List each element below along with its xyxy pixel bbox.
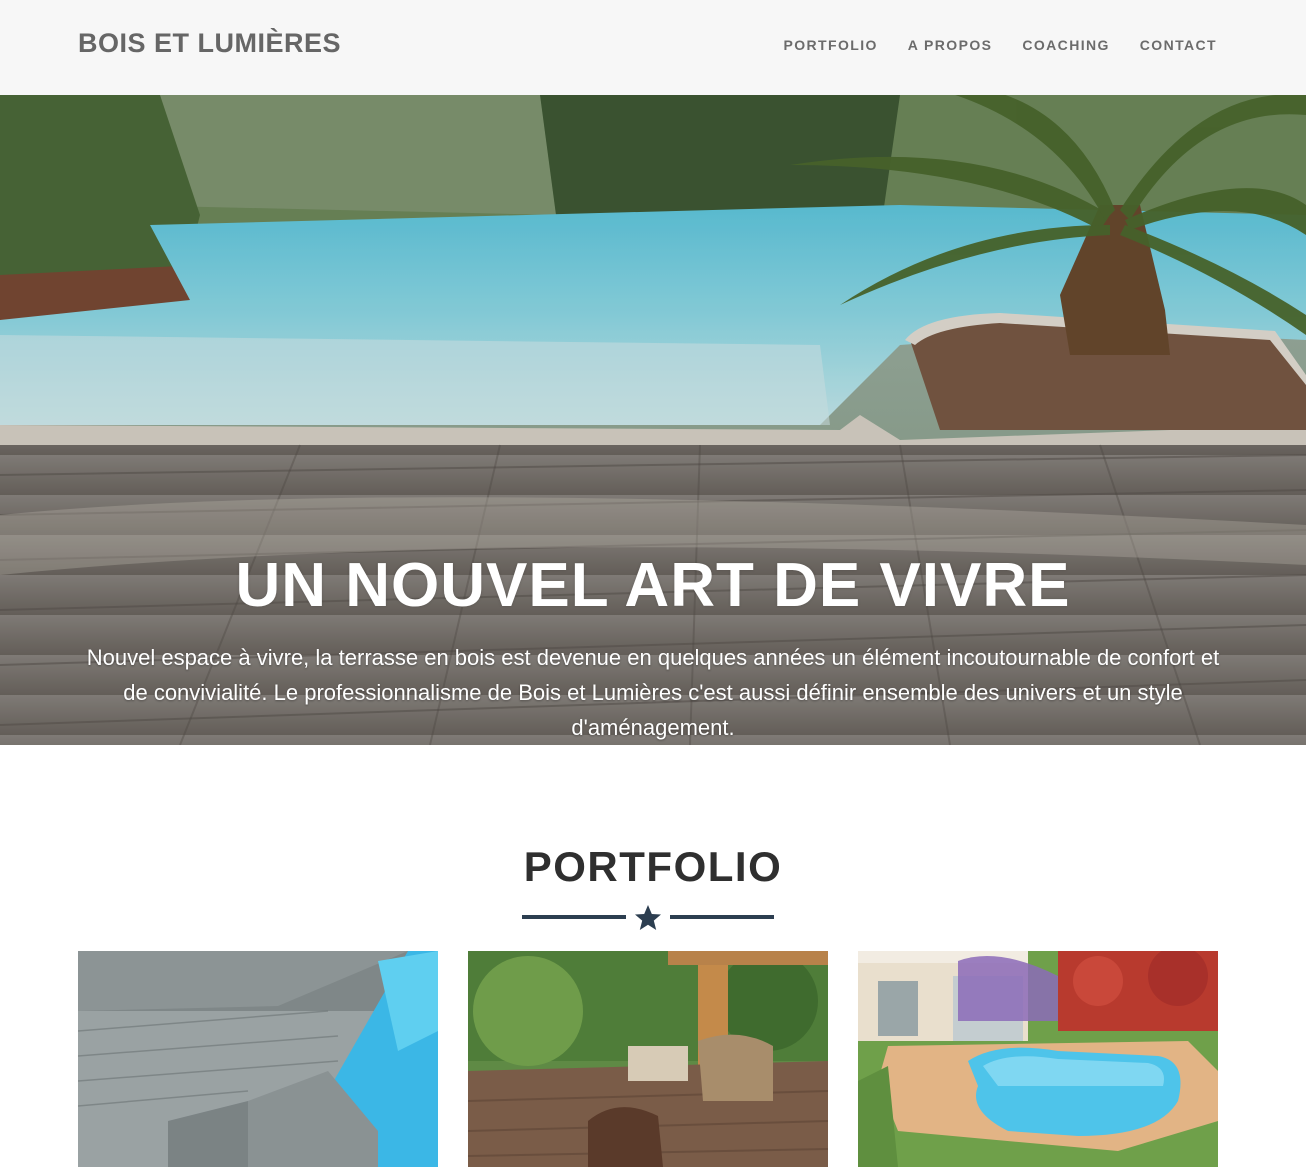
star-icon xyxy=(635,905,661,930)
portfolio-image-garden-patio xyxy=(468,951,828,1167)
portfolio-heading: PORTFOLIO xyxy=(523,843,783,890)
portfolio-item-1[interactable] xyxy=(78,951,438,1167)
nav-link-a-propos[interactable]: A PROPOS xyxy=(908,37,993,53)
nav-link-coaching[interactable]: COACHING xyxy=(1022,37,1109,53)
brand-logo-link[interactable]: BOIS ET LUMIÈRES xyxy=(78,28,341,59)
hero-banner: UN NOUVEL ART DE VIVRE Nouvel espace à v… xyxy=(0,95,1306,745)
navbar: BOIS ET LUMIÈRES PORTFOLIO A PROPOS COAC… xyxy=(0,0,1306,95)
hero-title: UN NOUVEL ART DE VIVRE xyxy=(235,551,1071,620)
portfolio-item-3[interactable] xyxy=(858,951,1218,1167)
hero-description: Nouvel espace à vivre, la terrasse en bo… xyxy=(86,645,1220,740)
portfolio-item-2[interactable] xyxy=(468,951,828,1167)
divider-line-left xyxy=(522,915,626,919)
portfolio-image-gray-deck-pool xyxy=(78,951,438,1167)
nav-menu: PORTFOLIO A PROPOS COACHING CONTACT xyxy=(784,37,1217,53)
portfolio-divider xyxy=(522,903,774,933)
portfolio-image-house-pool-deck xyxy=(858,951,1218,1167)
nav-link-portfolio[interactable]: PORTFOLIO xyxy=(784,37,878,53)
divider-line-right xyxy=(670,915,774,919)
nav-link-contact[interactable]: CONTACT xyxy=(1140,37,1217,53)
